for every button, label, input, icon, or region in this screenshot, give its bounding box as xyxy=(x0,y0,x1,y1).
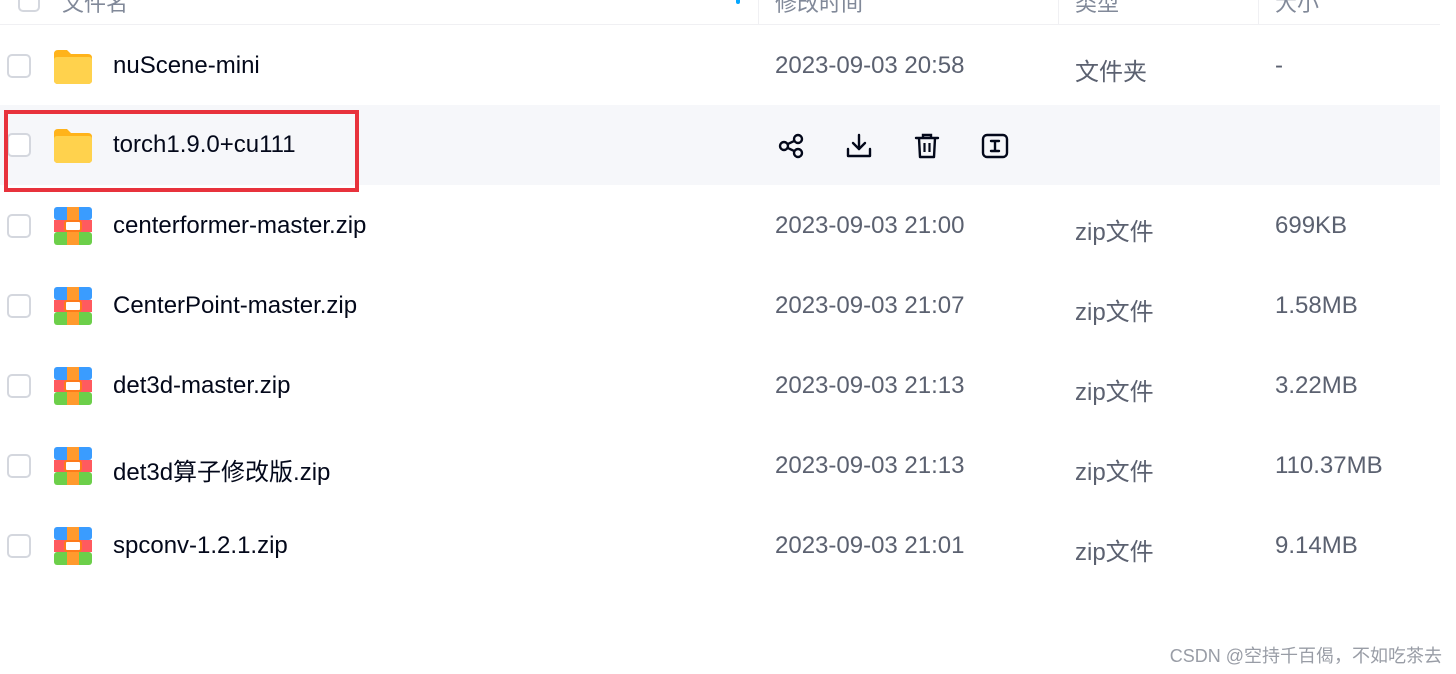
zip-icon xyxy=(54,447,92,485)
zip-icon xyxy=(54,527,92,565)
file-name[interactable]: det3d算子修改版.zip xyxy=(113,452,330,487)
file-modified-date: 2023-09-03 21:13 xyxy=(775,452,965,479)
file-modified-date: 2023-09-03 21:07 xyxy=(775,292,965,319)
file-modified-date: 2023-09-03 21:00 xyxy=(775,212,965,239)
file-size: - xyxy=(1275,52,1283,79)
file-name[interactable]: torch1.9.0+cu111 xyxy=(113,131,296,159)
row-checkbox[interactable] xyxy=(7,214,31,238)
column-divider xyxy=(1258,0,1259,24)
column-divider xyxy=(1058,0,1059,24)
rename-icon[interactable] xyxy=(980,131,1010,161)
file-name[interactable]: nuScene-mini xyxy=(113,52,260,80)
folder-icon xyxy=(54,129,92,163)
file-type: zip文件 xyxy=(1075,459,1154,486)
file-row[interactable]: CenterPoint-master.zip 2023-09-03 21:07 … xyxy=(0,266,1440,346)
row-checkbox[interactable] xyxy=(7,294,31,318)
file-name[interactable]: spconv-1.2.1.zip xyxy=(113,532,288,560)
zip-icon xyxy=(54,367,92,405)
file-row[interactable]: centerformer-master.zip 2023-09-03 21:00… xyxy=(0,186,1440,266)
file-row[interactable]: nuScene-mini 2023-09-03 20:58 文件夹 - xyxy=(0,26,1440,106)
file-size: 699KB xyxy=(1275,212,1348,239)
row-checkbox[interactable] xyxy=(7,374,31,398)
file-type: zip文件 xyxy=(1075,379,1154,406)
zip-icon xyxy=(54,287,92,325)
file-modified-date: 2023-09-03 21:01 xyxy=(775,532,965,559)
file-type: zip文件 xyxy=(1075,299,1154,326)
zip-icon xyxy=(54,207,92,245)
file-modified-date: 2023-09-03 20:58 xyxy=(775,52,965,79)
column-header-modified[interactable]: 修改时间 xyxy=(775,0,863,18)
row-checkbox[interactable] xyxy=(7,54,31,78)
file-name[interactable]: det3d-master.zip xyxy=(113,372,290,400)
file-type: zip文件 xyxy=(1075,539,1154,566)
file-size: 9.14MB xyxy=(1275,532,1358,559)
file-row[interactable]: det3d-master.zip 2023-09-03 21:13 zip文件 … xyxy=(0,346,1440,426)
file-row[interactable]: det3d算子修改版.zip 2023-09-03 21:13 zip文件 11… xyxy=(0,426,1440,506)
file-type: zip文件 xyxy=(1075,219,1154,246)
row-checkbox[interactable] xyxy=(7,534,31,558)
column-header-size[interactable]: 大小 xyxy=(1275,0,1319,18)
watermark-text: CSDN @空持千百偈，不如吃茶去 xyxy=(1169,646,1442,666)
download-icon[interactable] xyxy=(844,131,874,161)
file-size: 3.22MB xyxy=(1275,372,1358,399)
file-modified-date: 2023-09-03 21:13 xyxy=(775,372,965,399)
delete-icon[interactable] xyxy=(912,131,942,161)
column-divider xyxy=(758,0,759,24)
file-size: 1.58MB xyxy=(1275,292,1358,319)
row-checkbox[interactable] xyxy=(7,454,31,478)
row-checkbox[interactable] xyxy=(7,133,31,157)
column-header-name[interactable]: 文件名 xyxy=(62,0,128,18)
folder-icon xyxy=(54,50,92,84)
file-type: 文件夹 xyxy=(1075,59,1147,86)
file-row[interactable]: spconv-1.2.1.zip 2023-09-03 21:01 zip文件 … xyxy=(0,506,1440,586)
share-icon[interactable] xyxy=(776,131,806,161)
column-header-type[interactable]: 类型 xyxy=(1075,0,1119,18)
file-row[interactable]: torch1.9.0+cu111 xyxy=(0,105,1440,185)
select-all-checkbox[interactable] xyxy=(18,0,40,12)
sort-indicator-icon xyxy=(736,0,740,4)
file-size: 110.37MB xyxy=(1275,452,1383,479)
file-name[interactable]: CenterPoint-master.zip xyxy=(113,292,357,320)
file-name[interactable]: centerformer-master.zip xyxy=(113,212,366,240)
file-list-header: 文件名 修改时间 类型 大小 xyxy=(0,0,1440,25)
